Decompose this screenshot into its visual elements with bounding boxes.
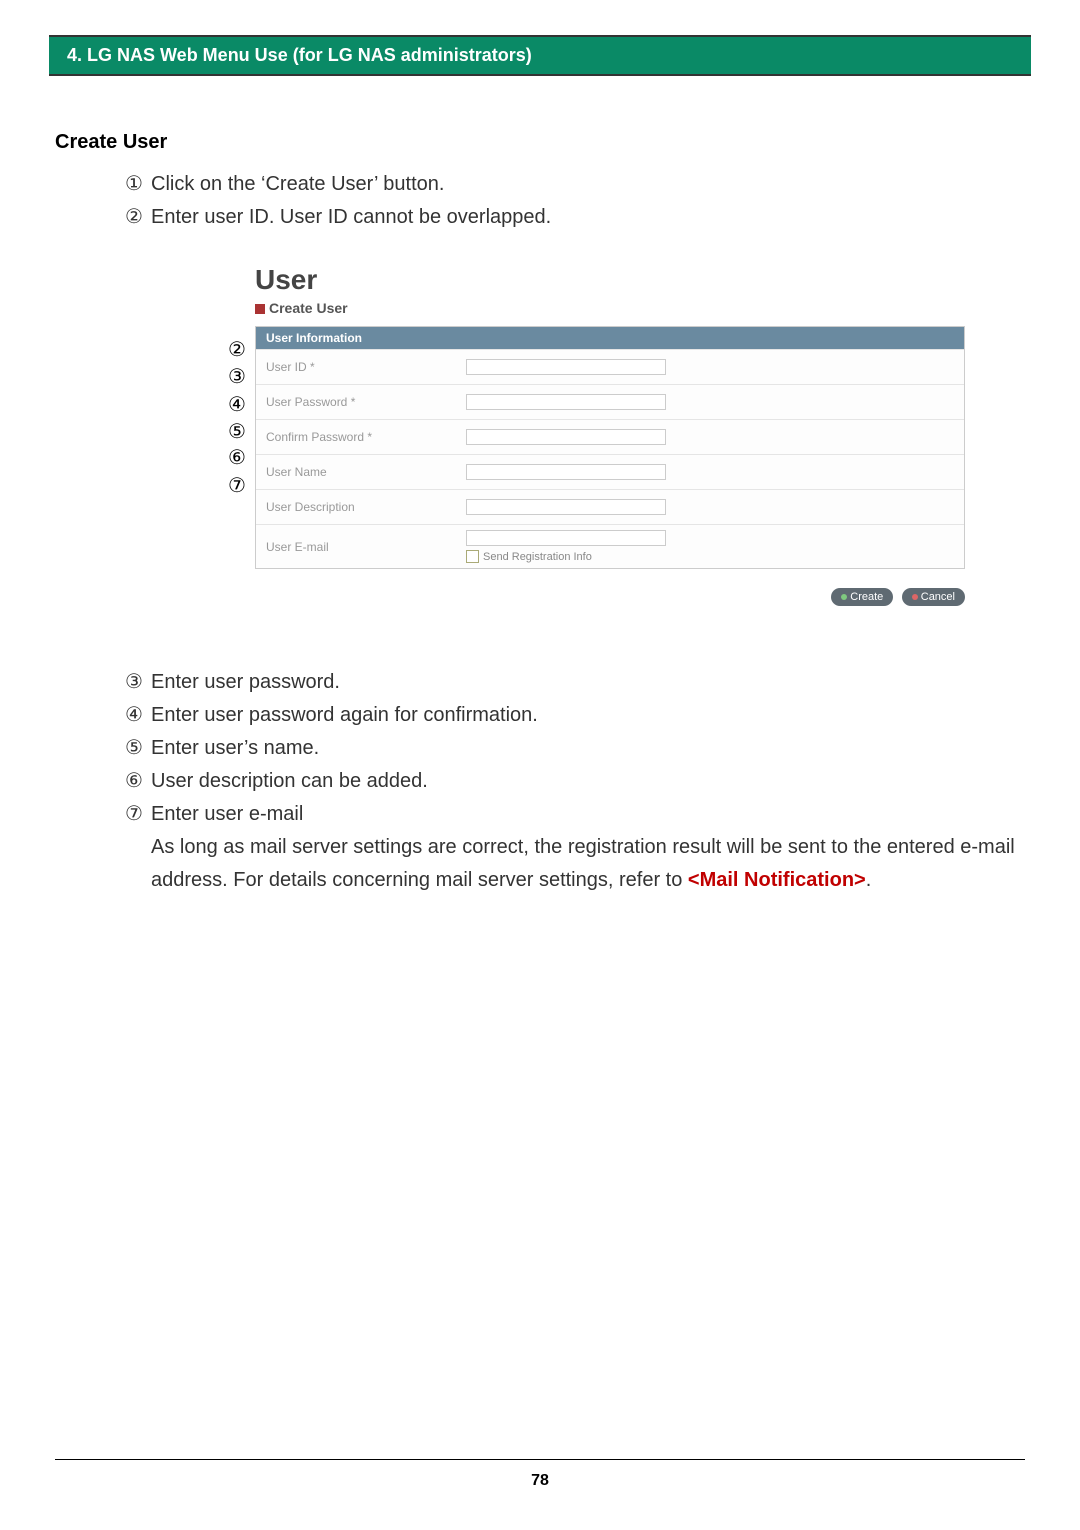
callout-3: ③ (225, 364, 249, 389)
user-info-panel: User Information User ID * User Password… (255, 326, 965, 569)
instructions-bottom: ③ Enter user password. ④ Enter user pass… (123, 666, 1025, 897)
row-user-email: User E-mail Send Registration Info (256, 524, 964, 568)
input-user-password[interactable] (466, 394, 666, 410)
panel-breadcrumb-text: Create User (269, 300, 348, 316)
panel-title: User (255, 264, 965, 296)
section-title: Create User (55, 131, 1025, 154)
label-user-email: User E-mail (266, 540, 466, 554)
page-number: 78 (0, 1472, 1080, 1490)
step-marker-4: ④ (123, 699, 145, 732)
panel-header: User Information (256, 327, 964, 349)
step-marker-6: ⑥ (123, 765, 145, 798)
note-body: As long as mail server settings are corr… (151, 836, 1015, 891)
label-user-id: User ID * (266, 360, 466, 374)
step-text-7: Enter user e-mail (151, 798, 1025, 831)
plus-icon (841, 594, 847, 600)
breadcrumb-icon (255, 304, 265, 314)
label-user-description: User Description (266, 500, 466, 514)
step-text-3: Enter user password. (151, 666, 1025, 699)
callout-5: ⑤ (225, 419, 249, 444)
step-text-2: Enter user ID. User ID cannot be overlap… (151, 201, 1025, 234)
panel-breadcrumb: Create User (255, 300, 965, 316)
input-confirm-password[interactable] (466, 429, 666, 445)
input-user-description[interactable] (466, 499, 666, 515)
footer-rule (55, 1459, 1025, 1460)
callout-2: ② (225, 337, 249, 362)
note-tail: . (866, 869, 872, 891)
step-text-1: Click on the ‘Create User’ button. (151, 168, 1025, 201)
step-text-5: Enter user’s name. (151, 732, 1025, 765)
step-marker-1: ① (123, 168, 145, 201)
label-user-name: User Name (266, 465, 466, 479)
cancel-button[interactable]: Cancel (902, 588, 965, 606)
step-marker-7: ⑦ (123, 798, 145, 831)
callout-4: ④ (225, 392, 249, 417)
label-confirm-password: Confirm Password * (266, 430, 466, 444)
checkbox-send-registration-label: Send Registration Info (483, 551, 592, 563)
create-button-label: Create (850, 591, 883, 603)
step-marker-5: ⑤ (123, 732, 145, 765)
step-marker-3: ③ (123, 666, 145, 699)
instructions-top: ① Click on the ‘Create User’ button. ② E… (123, 168, 1025, 234)
step-note: As long as mail server settings are corr… (151, 831, 1025, 897)
create-button[interactable]: Create (831, 588, 893, 606)
input-user-name[interactable] (466, 464, 666, 480)
row-user-password: User Password * (256, 384, 964, 419)
step-marker-2: ② (123, 201, 145, 234)
embedded-screenshot: ② ③ ④ ⑤ ⑥ ⑦ User Create User User Inform… (225, 264, 965, 606)
row-user-name: User Name (256, 454, 964, 489)
input-user-id[interactable] (466, 359, 666, 375)
mail-notification-link[interactable]: <Mail Notification> (688, 869, 866, 891)
step-text-6: User description can be added. (151, 765, 1025, 798)
cancel-button-label: Cancel (921, 591, 955, 603)
callout-7: ⑦ (225, 473, 249, 498)
step-text-4: Enter user password again for confirmati… (151, 699, 1025, 732)
row-user-description: User Description (256, 489, 964, 524)
row-user-id: User ID * (256, 349, 964, 384)
checkbox-send-registration[interactable] (466, 550, 479, 563)
callout-6: ⑥ (225, 445, 249, 470)
label-user-password: User Password * (266, 395, 466, 409)
cancel-icon (912, 594, 918, 600)
chapter-header: 4. LG NAS Web Menu Use (for LG NAS admin… (49, 35, 1031, 76)
input-user-email[interactable] (466, 530, 666, 546)
row-confirm-password: Confirm Password * (256, 419, 964, 454)
